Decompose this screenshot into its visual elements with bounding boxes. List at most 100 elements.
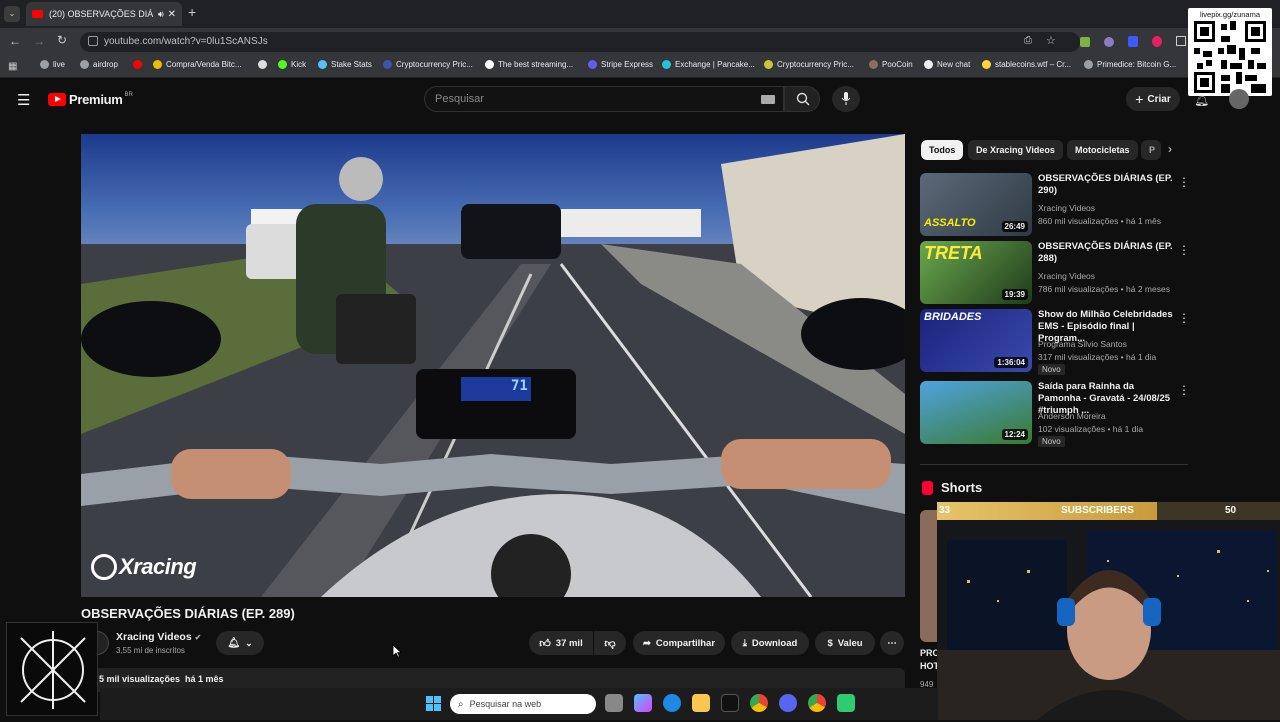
channel-name[interactable]: Xracing Videos ✔ — [116, 631, 201, 643]
video-thumbnail[interactable]: 12:24 — [920, 381, 1032, 444]
more-actions-button[interactable]: ⋯ — [880, 631, 904, 655]
webcam-overlay: 33 SUBSCRIBERS 50 — [937, 502, 1280, 720]
video-thumbnail[interactable]: BRIDADES 1:36:04 — [920, 309, 1032, 372]
create-button[interactable]: + Criar — [1126, 87, 1180, 111]
bookmark-favicon-icon — [869, 60, 878, 69]
avatar[interactable] — [1229, 89, 1249, 109]
bookmark-item[interactable]: Primedice: Bitcoin G... — [1084, 60, 1176, 69]
video-player[interactable]: 71 Xracing — [81, 134, 905, 597]
extension-icon-1[interactable] — [1080, 37, 1090, 47]
search-input[interactable]: Pesquisar — [424, 86, 784, 112]
bookmark-label: Primedice: Bitcoin G... — [1097, 60, 1177, 69]
bookmark-item[interactable]: PooCoin — [869, 60, 913, 69]
bookmark-item[interactable] — [258, 60, 271, 69]
copilot-icon[interactable] — [634, 694, 652, 712]
speaker-icon[interactable]: 🔊︎ — [158, 9, 164, 20]
bookmark-favicon-icon — [662, 60, 671, 69]
site-info-icon[interactable] — [88, 36, 98, 46]
recommended-channel[interactable]: Xracing Videos — [1038, 271, 1095, 281]
more-options-icon[interactable]: ⋮ — [1178, 243, 1190, 257]
download-button[interactable]: ⤓ Download — [731, 631, 809, 655]
install-app-icon[interactable]: ⎙ — [1024, 35, 1032, 46]
thanks-button[interactable]: $ Valeu — [815, 631, 875, 655]
bookmark-item[interactable]: Stripe Express — [588, 60, 653, 69]
edge-icon[interactable] — [663, 694, 681, 712]
youtube-premium-logo[interactable]: Premium BR — [48, 92, 133, 107]
video-thumbnail[interactable]: ASSALTO 26:49 — [920, 173, 1032, 236]
logo-region: BR — [124, 91, 133, 98]
extensions-puzzle-icon[interactable] — [1176, 36, 1186, 46]
bookmark-item[interactable]: Stake Stats — [318, 60, 372, 69]
channel-name-text: Xracing Videos — [116, 631, 192, 643]
task-view-icon[interactable] — [605, 694, 623, 712]
obs-icon[interactable] — [837, 694, 855, 712]
bookmark-item[interactable]: airdrop — [80, 60, 118, 69]
recommended-video[interactable]: ASSALTO 26:49 OBSERVAÇÕES DIÁRIAS (EP. 290… — [920, 173, 1190, 237]
recommended-channel[interactable]: Anderson Moreira — [1038, 411, 1106, 421]
extension-icon-2[interactable] — [1104, 37, 1114, 47]
bookmark-item[interactable]: The best streaming... — [485, 60, 573, 69]
dislike-button[interactable]: 👎︎ — [594, 631, 626, 655]
file-explorer-icon[interactable] — [692, 694, 710, 712]
download-label: Download — [751, 637, 798, 649]
tab-list-button[interactable]: ⌄ — [4, 6, 20, 22]
bookmark-item[interactable]: live — [40, 60, 65, 69]
start-button[interactable] — [426, 696, 441, 711]
new-tab-button[interactable]: + — [188, 4, 196, 20]
bookmark-item[interactable]: Cryptocurrency Pric... — [383, 60, 473, 69]
bookmark-favicon-icon — [485, 60, 494, 69]
hud-speed-display: 71 — [511, 378, 528, 394]
chips-next-chevron-icon[interactable]: › — [1168, 142, 1172, 156]
chip-xracing[interactable]: De Xracing Videos — [968, 140, 1063, 160]
close-tab-icon[interactable]: ✕ — [168, 9, 176, 20]
forward-icon[interactable]: → — [33, 34, 45, 48]
extension-icon-4[interactable] — [1152, 36, 1162, 47]
taskbar-search[interactable]: ⌕ Pesquisar na web — [450, 694, 596, 714]
chrome-active-icon[interactable] — [808, 694, 826, 712]
bookmark-item[interactable]: stablecoins.wtf – Cr... — [982, 60, 1071, 69]
thumbs-down-icon: 👎︎ — [604, 637, 616, 650]
more-options-icon[interactable]: ⋮ — [1178, 383, 1190, 397]
extension-icon-3[interactable] — [1128, 36, 1138, 47]
stream-qr-overlay: livepix.gg/zunama — [1188, 8, 1272, 96]
voice-search-button[interactable] — [832, 86, 860, 112]
recommended-channel[interactable]: Xracing Videos — [1038, 203, 1095, 213]
notifications-bell-icon[interactable]: 🔔︎ — [1194, 93, 1209, 107]
keyboard-icon[interactable] — [761, 95, 775, 104]
bookmark-item[interactable]: Kick — [278, 60, 306, 69]
more-options-icon[interactable]: ⋮ — [1178, 175, 1190, 189]
more-options-icon[interactable]: ⋮ — [1178, 311, 1190, 325]
chip-todos[interactable]: Todos — [921, 140, 964, 160]
recommended-title[interactable]: OBSERVAÇÕES DIÁRIAS (EP. 290) — [1038, 173, 1178, 197]
recommended-channel[interactable]: Programa Silvio Santos — [1038, 339, 1127, 349]
address-bar[interactable]: youtube.com/watch?v=0lu1ScANSJs ⎙ ☆ — [80, 32, 1080, 52]
back-icon[interactable]: ← — [9, 34, 21, 48]
share-button[interactable]: ➦ Compartilhar — [633, 631, 725, 655]
chip-truncated[interactable]: P — [1141, 140, 1161, 160]
recommended-title[interactable]: OBSERVAÇÕES DIÁRIAS (EP. 288) — [1038, 241, 1178, 265]
chip-motocicletas[interactable]: Motocicletas — [1067, 140, 1138, 160]
short-title-partial[interactable]: PRO HOT — [920, 647, 938, 673]
like-button[interactable]: 👍︎ 37 mil — [529, 631, 593, 655]
bookmark-item[interactable]: Exchange | Pancake... — [662, 60, 755, 69]
video-thumbnail[interactable]: TRETA 19:39 — [920, 241, 1032, 304]
bookmark-star-icon[interactable]: ☆ — [1046, 34, 1056, 47]
discord-icon[interactable] — [779, 694, 797, 712]
recommended-video[interactable]: BRIDADES 1:36:04 Show do Milhão Celebridad… — [920, 309, 1190, 375]
reload-icon[interactable]: ↻ — [57, 33, 67, 47]
bookmark-item[interactable]: New chat — [924, 60, 970, 69]
tiktok-icon[interactable] — [721, 694, 739, 712]
hamburger-menu-icon[interactable]: ☰ — [17, 91, 30, 109]
bookmark-item[interactable]: Cryptocurrency Pric... — [764, 60, 854, 69]
search-button[interactable] — [784, 86, 820, 112]
recommended-video[interactable]: TRETA 19:39 OBSERVAÇÕES DIÁRIAS (EP. 288) X… — [920, 241, 1190, 305]
recommended-video[interactable]: 12:24 Saída para Rainha da Pamonha - Grav… — [920, 381, 1190, 447]
browser-tab-active[interactable]: (20) OBSERVAÇÕES DIÁRIAS 🔊︎ ✕ — [26, 2, 182, 26]
bookmark-item[interactable] — [133, 60, 146, 69]
subscription-bell-button[interactable]: 🔔︎ ⌄ — [216, 631, 264, 655]
bookmark-item[interactable]: Compra/Venda Bitc... — [153, 60, 242, 69]
apps-grid-icon[interactable]: ▦ — [8, 61, 17, 72]
video-title: OBSERVAÇÕES DIÁRIAS (EP. 289) — [81, 606, 295, 621]
chevron-down-icon: ⌄ — [245, 637, 253, 648]
chrome-icon[interactable] — [750, 694, 768, 712]
